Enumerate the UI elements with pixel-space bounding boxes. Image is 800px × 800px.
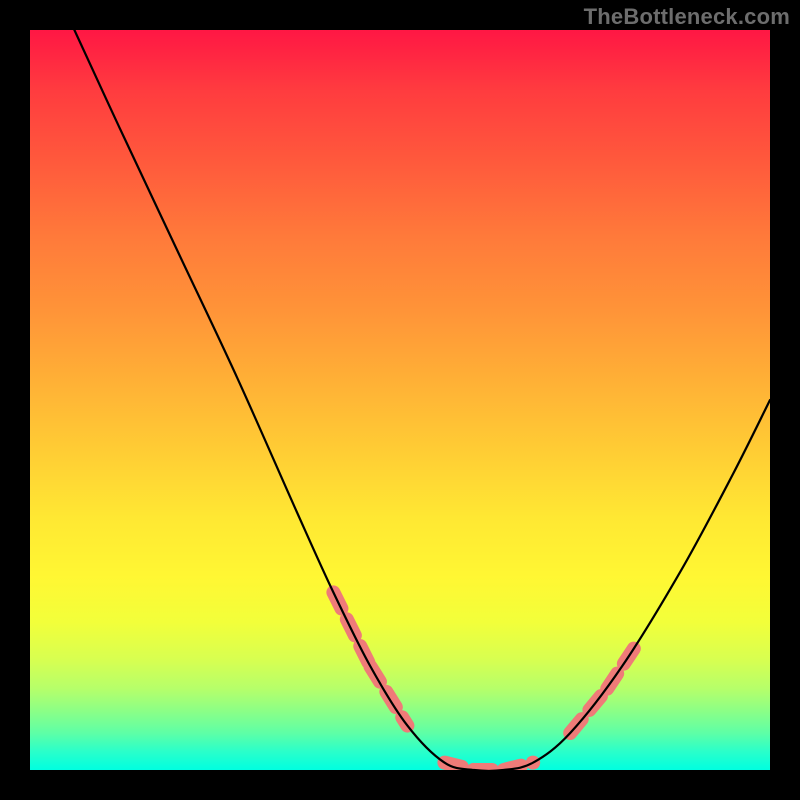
chart-frame: TheBottleneck.com: [0, 0, 800, 800]
watermark-label: TheBottleneck.com: [584, 4, 790, 30]
curve-svg: [30, 30, 770, 770]
plot-area: [30, 30, 770, 770]
bottleneck-curve: [74, 30, 770, 770]
